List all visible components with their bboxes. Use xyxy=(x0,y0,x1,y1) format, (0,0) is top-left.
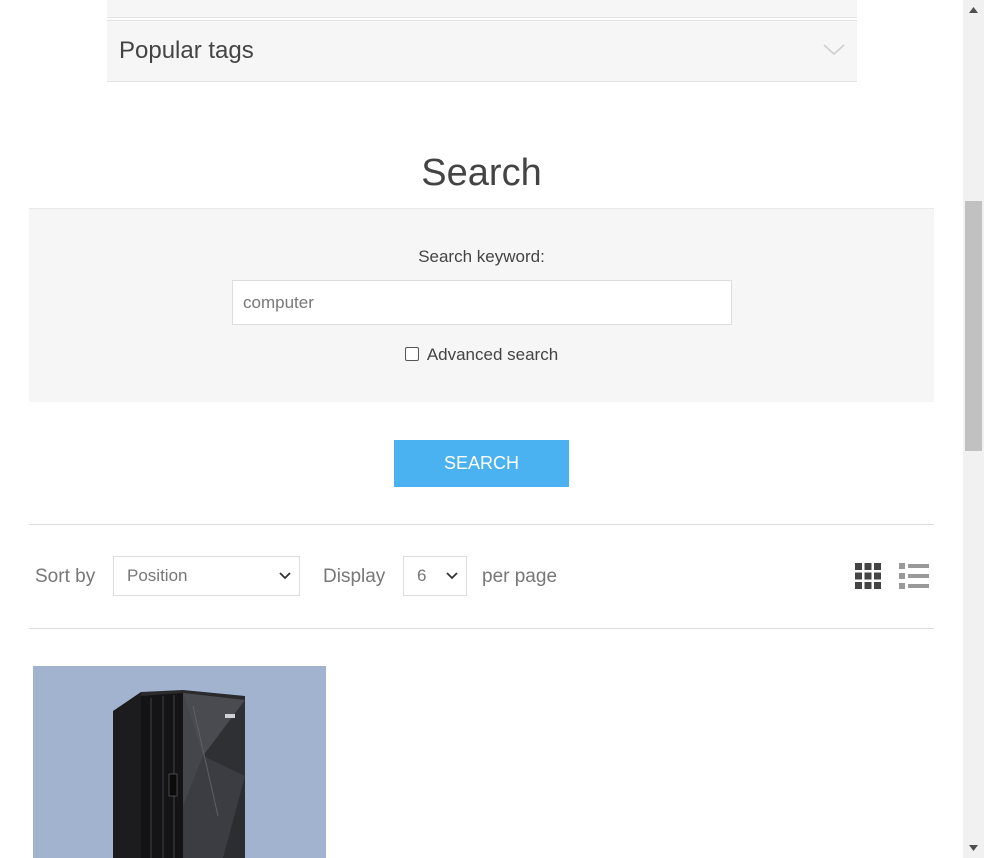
advanced-search-label[interactable]: Advanced search xyxy=(427,345,558,364)
advanced-search-checkbox[interactable] xyxy=(404,347,419,361)
list-view-icon[interactable] xyxy=(899,563,929,589)
scrollbar-thumb[interactable] xyxy=(965,201,982,451)
per-page-label: per page xyxy=(482,566,558,587)
display-label: Display xyxy=(323,566,386,587)
page-size-select[interactable]: 6 xyxy=(403,556,467,596)
sort-by-label: Sort by xyxy=(35,566,96,587)
vertical-scrollbar[interactable] xyxy=(963,0,984,858)
search-button[interactable]: SEARCH xyxy=(394,440,569,487)
page: Popular tags Search Search keyword: Adva… xyxy=(0,0,984,858)
advanced-search-row[interactable]: Advanced search xyxy=(29,345,934,365)
accordion-item-previous[interactable] xyxy=(107,0,857,18)
search-form: Search keyword: Advanced search xyxy=(29,208,934,402)
products-toolbar: Sort by Position Display 6 per page xyxy=(29,524,934,629)
search-keyword-label: Search keyword: xyxy=(418,247,545,266)
page-size-value: 6 xyxy=(417,566,427,585)
chevron-down-icon xyxy=(279,572,291,580)
server-rack-image xyxy=(113,690,245,858)
sort-by-select[interactable]: Position xyxy=(113,556,300,596)
accordion-popular-tags[interactable]: Popular tags xyxy=(107,20,857,82)
page-title: Search xyxy=(421,152,542,194)
sort-by-value: Position xyxy=(127,566,188,585)
scroll-up-arrow-icon[interactable] xyxy=(963,0,984,20)
scroll-down-arrow-icon[interactable] xyxy=(963,838,984,858)
product-image[interactable] xyxy=(33,666,326,858)
search-keyword-input[interactable] xyxy=(232,280,732,325)
popular-tags-title: Popular tags xyxy=(119,37,254,64)
chevron-down-icon[interactable] xyxy=(823,41,845,57)
grid-view-icon[interactable] xyxy=(855,563,881,589)
chevron-down-icon xyxy=(446,572,458,580)
